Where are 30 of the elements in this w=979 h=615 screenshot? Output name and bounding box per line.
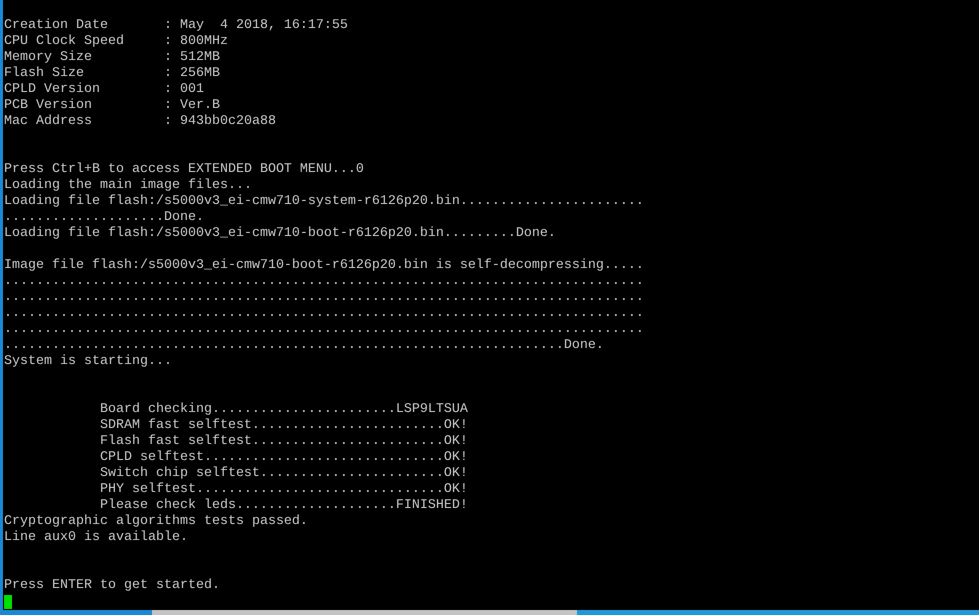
console-line: Switch chip selftest.......................OK! <box>100 466 468 482</box>
console-line: PCB Version : Ver.B <box>4 98 220 114</box>
console-line: Loading file flash:/s5000v3_ei-cmw710-system-r6126p20.bin....................... <box>4 194 644 210</box>
console-line: ......................................................................Done. <box>4 338 604 354</box>
console-line: ................................................................................ <box>4 290 644 306</box>
console-line: Creation Date : May 4 2018, 16:17:55 <box>4 18 348 34</box>
console-line: Press ENTER to get started. <box>4 578 220 594</box>
console-line: Flash fast selftest........................OK! <box>100 434 468 450</box>
console-line: SDRAM fast selftest........................OK! <box>100 418 468 434</box>
console-line: Mac Address : 943bb0c20a88 <box>4 114 276 130</box>
console-line: CPLD Version : 001 <box>4 82 204 98</box>
console-line: Line aux0 is available. <box>4 530 188 546</box>
console-line: Image file flash:/s5000v3_ei-cmw710-boot-r6126p20.bin is self-decompressing..... <box>4 258 644 274</box>
console-line: ....................Done. <box>4 210 204 226</box>
console-line: Cryptographic algorithms tests passed. <box>4 514 308 530</box>
console-line: Flash Size : 256MB <box>4 66 220 82</box>
console-line: Board checking.......................LSP9LTSUA <box>100 402 468 418</box>
console-line: ................................................................................ <box>4 306 644 322</box>
console-line: PHY selftest...............................OK! <box>100 482 468 498</box>
console-line: ................................................................................ <box>4 274 644 290</box>
text-cursor <box>4 595 12 609</box>
console-line: Memory Size : 512MB <box>4 50 220 66</box>
console-line: System is starting... <box>4 354 172 370</box>
console-line: CPU Clock Speed : 800MHz <box>4 34 228 50</box>
console-line: Loading file flash:/s5000v3_ei-cmw710-boot-r6126p20.bin.........Done. <box>4 226 556 242</box>
console-line: CPLD selftest..............................OK! <box>100 450 468 466</box>
console-line: Press Ctrl+B to access EXTENDED BOOT MENU...0 <box>4 162 364 178</box>
console-line: ................................................................................ <box>4 322 644 338</box>
console-line: Please check leds....................FINISHED! <box>100 498 468 514</box>
console-line: Loading the main image files... <box>4 178 252 194</box>
